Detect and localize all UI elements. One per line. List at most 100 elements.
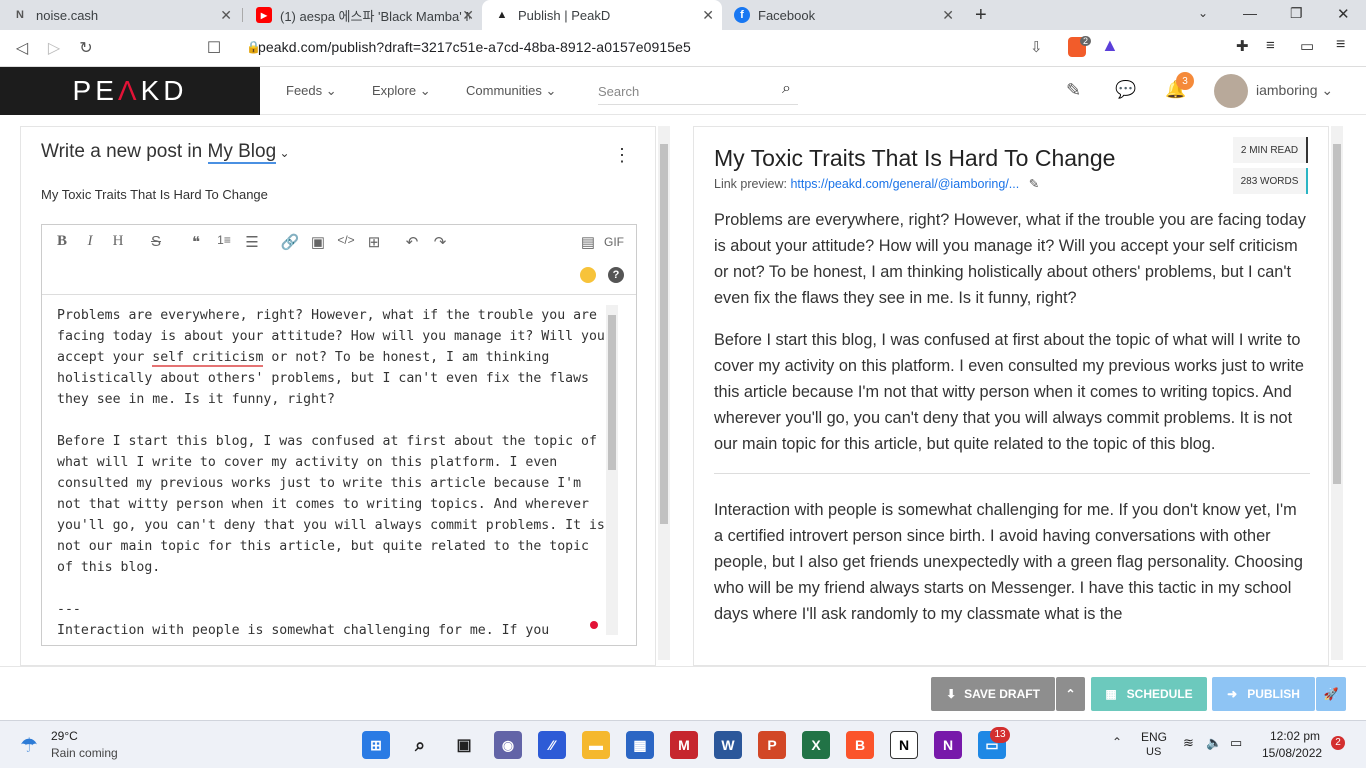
close-icon[interactable]: ✕: [462, 7, 474, 24]
schedule-button[interactable]: ▦ SCHEDULE: [1091, 677, 1207, 711]
image-icon[interactable]: ▣: [308, 233, 328, 251]
reload-icon[interactable]: ↻: [76, 38, 96, 58]
tab-youtube[interactable]: ▶ (1) aespa 에스파 'Black Mamba' M ✕: [244, 0, 482, 30]
weather-temp: 29°C: [51, 729, 78, 743]
emoji-icon[interactable]: [580, 267, 596, 283]
mcafee-icon[interactable]: M: [670, 731, 698, 759]
region-label[interactable]: US: [1146, 746, 1161, 758]
onenote-icon[interactable]: N: [934, 731, 962, 759]
strikethrough-icon[interactable]: S: [146, 233, 166, 250]
nav-communities[interactable]: Communities ⌄: [466, 83, 556, 99]
tray-overflow-icon[interactable]: ⌃: [1112, 735, 1122, 749]
task-view-icon[interactable]: ▣: [450, 731, 478, 759]
unordered-list-icon[interactable]: ☰: [242, 233, 262, 251]
tab-title: Publish | PeakD: [518, 7, 611, 23]
notion-icon[interactable]: N: [890, 731, 918, 759]
editor-textarea[interactable]: Problems are everywhere, right? However,…: [57, 305, 607, 637]
extensions-icon[interactable]: ✚: [1236, 37, 1249, 55]
address-bar: ◁ ▷ ↻ ☐ 🔒 peakd.com/publish?draft=3217c5…: [0, 30, 1366, 67]
wifi-icon[interactable]: ≋: [1183, 735, 1194, 751]
more-options-icon[interactable]: ⋮: [613, 145, 631, 166]
weather-icon[interactable]: ☂: [20, 733, 38, 758]
tab-peakd[interactable]: ▲ Publish | PeakD ✕: [482, 0, 722, 30]
bold-icon[interactable]: B: [52, 233, 72, 250]
brave-rewards-icon[interactable]: ▲: [1101, 35, 1119, 56]
save-draft-button[interactable]: ⬇ SAVE DRAFT: [931, 677, 1055, 711]
ordered-list-icon[interactable]: 1≡: [214, 233, 234, 247]
bookmark-icon[interactable]: ☐: [204, 38, 224, 58]
facebook-icon: f: [734, 7, 750, 23]
powerpoint-icon[interactable]: P: [758, 731, 786, 759]
clock-date[interactable]: 15/08/2022: [1262, 746, 1322, 760]
peakd-logo[interactable]: PE Λ KD: [0, 67, 260, 115]
url-field[interactable]: peakd.com/publish?draft=3217c51e-a7cd-48…: [258, 39, 691, 55]
word-icon[interactable]: W: [714, 731, 742, 759]
tab-title: Facebook: [758, 7, 816, 23]
left-scrollbar[interactable]: [658, 126, 670, 660]
avatar[interactable]: [1214, 74, 1248, 108]
maximize-icon[interactable]: ❐: [1290, 5, 1303, 22]
store-icon[interactable]: ▦: [626, 731, 654, 759]
preview-link[interactable]: https://peakd.com/general/@iamboring/...: [790, 177, 1019, 191]
chat-icon[interactable]: 💬: [1115, 80, 1136, 100]
edit-link-icon[interactable]: ✎: [1029, 177, 1039, 191]
right-scrollbar[interactable]: [1331, 126, 1343, 660]
undo-icon[interactable]: ↶: [402, 233, 422, 251]
preview-title: My Toxic Traits That Is Hard To Change: [714, 145, 1116, 171]
nav-feeds[interactable]: Feeds ⌄: [286, 83, 337, 99]
rocket-icon[interactable]: 🚀: [1316, 677, 1346, 711]
italic-icon[interactable]: I: [80, 233, 100, 250]
clock-time[interactable]: 12:02 pm: [1270, 729, 1320, 743]
search-icon[interactable]: ⌕: [782, 80, 791, 98]
publish-button[interactable]: ➜ PUBLISH: [1212, 677, 1315, 711]
close-icon[interactable]: ✕: [702, 7, 714, 24]
taskbar: ☂ 29°C Rain coming ⊞ ⌕ ▣ ◉ ⁄⁄ ▬ ▦ M W P …: [0, 720, 1366, 768]
playlist-icon[interactable]: ≡: [1266, 37, 1275, 54]
close-window-icon[interactable]: ✕: [1337, 5, 1350, 23]
back-icon[interactable]: ◁: [12, 38, 32, 58]
photo-editor-icon[interactable]: ⁄⁄: [538, 731, 566, 759]
tab-noise-cash[interactable]: N noise.cash ✕: [0, 0, 240, 30]
noise-cash-icon: N: [16, 9, 24, 21]
brave-icon[interactable]: B: [846, 731, 874, 759]
link-icon[interactable]: 🔗: [280, 233, 300, 251]
editor-header: Write a new post in My Blog ⌄: [41, 141, 290, 164]
gif-button[interactable]: GIF: [604, 235, 624, 249]
new-tab-button[interactable]: +: [975, 4, 987, 27]
search-icon[interactable]: ⌕: [406, 731, 434, 759]
tab-facebook[interactable]: f Facebook ✕: [722, 0, 962, 30]
tab-title: noise.cash: [36, 7, 99, 23]
blog-selector[interactable]: My Blog: [207, 141, 277, 164]
teams-chat-icon[interactable]: ◉: [494, 731, 522, 759]
editor-scrollbar[interactable]: [606, 305, 618, 635]
snippets-icon[interactable]: ▤: [578, 233, 598, 251]
close-icon[interactable]: ✕: [942, 7, 954, 24]
forward-icon[interactable]: ▷: [44, 38, 64, 58]
post-title-input[interactable]: My Toxic Traits That Is Hard To Change: [41, 187, 268, 202]
search-input[interactable]: Search: [598, 75, 798, 105]
install-icon[interactable]: ⇩: [1030, 38, 1043, 56]
table-icon[interactable]: ⊞: [364, 233, 384, 251]
close-icon[interactable]: ✕: [220, 7, 232, 24]
file-explorer-icon[interactable]: ▬: [582, 731, 610, 759]
minimize-icon[interactable]: —: [1243, 5, 1257, 21]
user-menu[interactable]: iamboring ⌄: [1256, 82, 1333, 99]
quote-icon[interactable]: ❝: [186, 233, 206, 251]
nav-explore[interactable]: Explore ⌄: [372, 83, 431, 99]
help-icon[interactable]: ?: [608, 267, 624, 283]
battery-icon[interactable]: ▭: [1230, 735, 1242, 751]
notification-center-badge[interactable]: 2: [1331, 736, 1345, 750]
code-icon[interactable]: </>: [336, 233, 356, 247]
wallet-icon[interactable]: ▭: [1300, 37, 1314, 55]
save-options-button[interactable]: ⌃: [1056, 677, 1085, 711]
record-indicator: [590, 621, 598, 629]
windows-start-icon[interactable]: ⊞: [362, 731, 390, 759]
menu-icon[interactable]: ≡: [1336, 36, 1345, 54]
redo-icon[interactable]: ↷: [430, 233, 450, 251]
excel-icon[interactable]: X: [802, 731, 830, 759]
language-label[interactable]: ENG: [1141, 730, 1167, 744]
volume-icon[interactable]: 🔈: [1206, 735, 1222, 751]
tab-search-icon[interactable]: ⌄: [1198, 6, 1208, 20]
heading-icon[interactable]: H: [108, 233, 128, 250]
pencil-icon[interactable]: ✎: [1066, 80, 1081, 101]
